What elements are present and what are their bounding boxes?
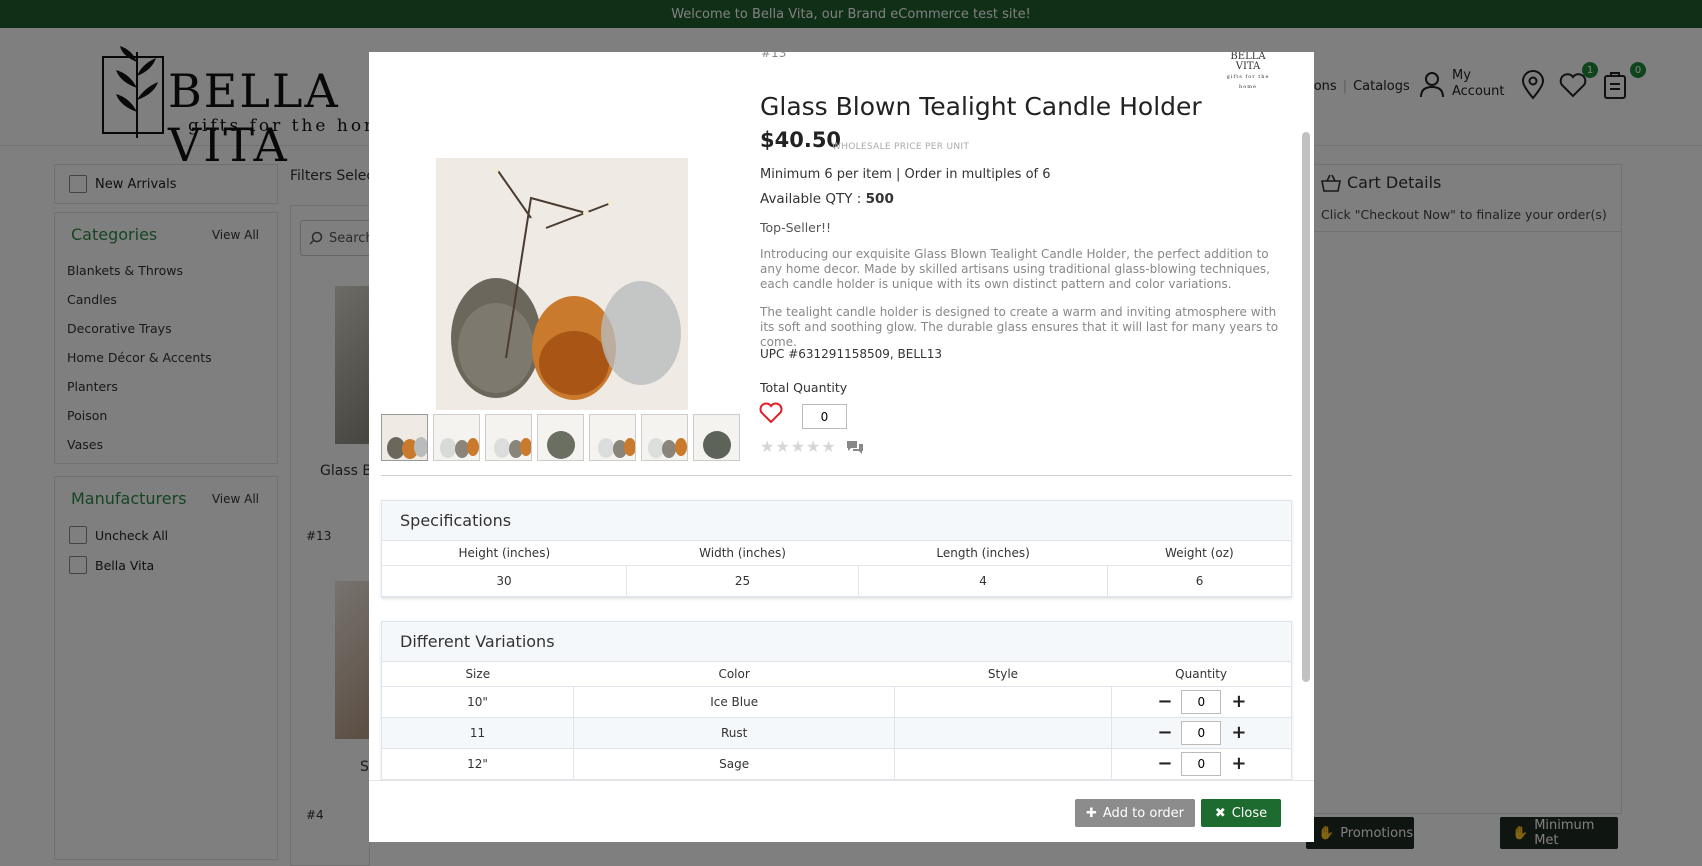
variation-size: 12" [382,748,575,780]
variation-color: Ice Blue [573,686,896,718]
specifications-title: Specifications [382,501,1291,541]
specifications-panel: Specifications Height (inches) Width (in… [381,500,1292,598]
thumbnail[interactable] [485,414,532,461]
quantity-stepper: −+ [1157,720,1246,745]
spec-value: 4 [858,565,1109,597]
minimum-order-text: Minimum 6 per item | Order in multiples … [760,167,1051,182]
spec-header: Height (inches) [382,541,627,566]
variation-row: 10" Ice Blue −+ [382,686,1291,718]
modal-product-number: #13 [761,52,787,60]
spec-value: 30 [382,565,628,597]
thumbnail[interactable] [381,414,428,461]
modal-body: #13 BELLA VITA gifts for the home Glass … [369,52,1314,780]
rating-stars[interactable]: ★★★★★ [760,437,837,456]
variation-color: Sage [573,748,896,780]
reviews-chat-icon[interactable] [845,439,865,455]
variations-title: Different Variations [382,622,1291,662]
add-to-order-label: Add to order [1102,805,1185,821]
product-detail-modal: #13 BELLA VITA gifts for the home Glass … [369,52,1314,842]
variation-style [894,717,1112,749]
product-price: $40.50 [760,128,842,152]
total-quantity-label: Total Quantity [760,380,848,395]
variation-style [894,748,1112,780]
available-quantity: Available QTY : 500 [760,191,894,207]
top-seller-tag: Top-Seller!! [760,220,832,235]
variation-qty-input[interactable] [1181,720,1222,745]
close-icon: ✖ [1214,805,1226,821]
decrement-button[interactable]: − [1157,753,1172,774]
quantity-stepper: −+ [1157,689,1246,714]
thumbnail[interactable] [693,414,740,461]
thumbnail[interactable] [537,414,584,461]
modal-footer: ✚ Add to order ✖ Close [369,780,1314,842]
spec-value: 25 [626,565,859,597]
thumbnail-strip [381,414,740,461]
variation-color: Rust [573,717,896,749]
variation-qty-input[interactable] [1181,689,1222,714]
specifications-table: Height (inches) Width (inches) Length (i… [382,541,1291,597]
quantity-stepper: −+ [1157,751,1246,776]
increment-button[interactable]: + [1231,691,1246,712]
product-description: Introducing our exquisite Glass Blown Te… [760,247,1270,291]
increment-button[interactable]: + [1231,722,1246,743]
variation-style [894,686,1112,718]
total-quantity-input[interactable] [802,404,847,429]
close-label: Close [1231,805,1268,821]
product-main-image[interactable] [436,158,688,410]
add-to-order-button[interactable]: ✚ Add to order [1075,799,1195,827]
variation-size: 11 [382,717,575,749]
thumbnail[interactable] [433,414,480,461]
section-divider [381,475,1292,476]
plus-icon: ✚ [1085,805,1097,821]
variation-header: Style [894,662,1112,687]
variation-header: Color [573,662,895,687]
variation-size: 10" [382,686,575,718]
increment-button[interactable]: + [1231,753,1246,774]
variation-header: Quantity [1111,662,1291,687]
thumbnail[interactable] [589,414,636,461]
product-upc: UPC #631291158509, BELL13 [760,347,942,361]
variation-header: Size [382,662,574,687]
spec-header: Weight (oz) [1107,541,1291,566]
decrement-button[interactable]: − [1157,691,1172,712]
favorite-heart-icon[interactable] [759,402,783,424]
vase-image [436,158,688,410]
close-button[interactable]: ✖ Close [1201,799,1281,827]
variations-table: Size Color Style Quantity 10" Ice Blue −… [382,662,1291,780]
spec-header: Width (inches) [626,541,859,566]
spec-value: 6 [1107,565,1291,597]
price-note: WHOLESALE PRICE PER UNIT [832,142,970,152]
available-value: 500 [865,191,894,207]
modal-brand-name: BELLA VITA [1230,52,1266,72]
variations-panel: Different Variations Size Color Style Qu… [381,621,1292,780]
decrement-button[interactable]: − [1157,722,1172,743]
product-description-2: The tealight candle holder is designed t… [760,305,1279,349]
modal-brand-logo: BELLA VITA gifts for the home [1217,52,1279,90]
product-title: Glass Blown Tealight Candle Holder [760,92,1202,121]
variation-row: 11 Rust −+ [382,717,1291,749]
modal-scrollbar[interactable] [1302,132,1310,682]
modal-brand-tagline: gifts for the home [1226,74,1270,90]
variation-qty-input[interactable] [1181,751,1222,776]
available-label: Available QTY : [760,191,866,207]
thumbnail[interactable] [641,414,688,461]
variation-row: 12" Sage −+ [382,748,1291,780]
spec-header: Length (inches) [858,541,1108,566]
